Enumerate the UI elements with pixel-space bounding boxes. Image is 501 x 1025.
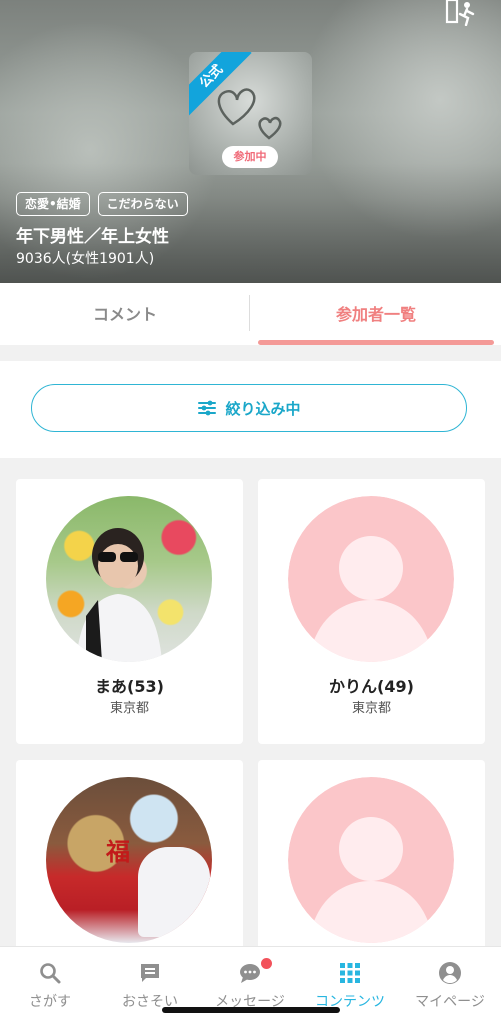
filter-label: 絞り込み中 [225, 399, 301, 418]
nav-item-invite[interactable]: おさそい [100, 947, 200, 1025]
filter-section: 絞り込み中 [0, 361, 501, 458]
member-name: かりん(49) [329, 677, 414, 696]
member-photo: 福 [46, 777, 212, 943]
grid-icon [340, 963, 360, 983]
notification-badge [260, 957, 273, 970]
person-figure [76, 528, 162, 662]
filter-button[interactable]: 絞り込み中 [31, 384, 467, 432]
tab-comment[interactable]: コメント [0, 283, 250, 345]
tag-list: 恋愛•結婚 こだわらない [16, 192, 188, 216]
tab-divider [249, 295, 250, 331]
tag-love-marriage[interactable]: 恋愛•結婚 [16, 192, 90, 216]
nav-label: さがす [29, 994, 71, 1010]
home-indicator [162, 1007, 340, 1013]
nav-label: マイページ [415, 994, 485, 1010]
default-avatar-icon [288, 777, 454, 943]
default-avatar-icon [288, 496, 454, 662]
nav-item-message[interactable]: メッセージ [200, 947, 300, 1025]
member-area: 東京都 [109, 701, 149, 716]
tab-participants[interactable]: 参加者一覧 [251, 283, 501, 345]
tab-bar: コメント 参加者一覧 [0, 283, 501, 345]
member-count: 9036人(女性1901人) [16, 251, 155, 267]
hearts-image [217, 88, 282, 140]
profile-icon [439, 962, 461, 984]
active-tab-indicator [258, 340, 494, 345]
exit-icon[interactable] [445, 0, 479, 26]
invite-icon [141, 964, 159, 982]
member-card[interactable]: かりん(49) 東京都 [258, 479, 485, 744]
nav-item-contents[interactable]: コンテンツ [300, 947, 400, 1025]
filter-sliders-icon [198, 400, 217, 416]
bottom-nav: さがす おさそい メッセージ コンテンツ マイページ [0, 946, 501, 1025]
community-title: 年下男性／年上女性 [16, 227, 169, 247]
member-card[interactable]: まあ(53) 東京都 [16, 479, 243, 744]
member-name: まあ(53) [95, 677, 164, 696]
message-icon [240, 964, 260, 983]
tag-no-preference[interactable]: こだわらない [97, 192, 188, 216]
member-card[interactable] [258, 760, 485, 960]
member-photo [46, 496, 212, 662]
community-header: 公式 参加中 恋愛•結婚 こだわらない 年下男性／年上女性 9036人(女性19… [0, 0, 501, 283]
member-area: 東京都 [351, 701, 391, 716]
nav-item-search[interactable]: さがす [0, 947, 100, 1025]
member-card[interactable]: 福 [16, 760, 243, 960]
nav-item-mypage[interactable]: マイページ [400, 947, 500, 1025]
photo-text: 福 [106, 837, 130, 866]
search-icon [40, 963, 61, 984]
community-thumbnail: 公式 参加中 [189, 52, 312, 175]
joined-badge: 参加中 [222, 146, 278, 168]
